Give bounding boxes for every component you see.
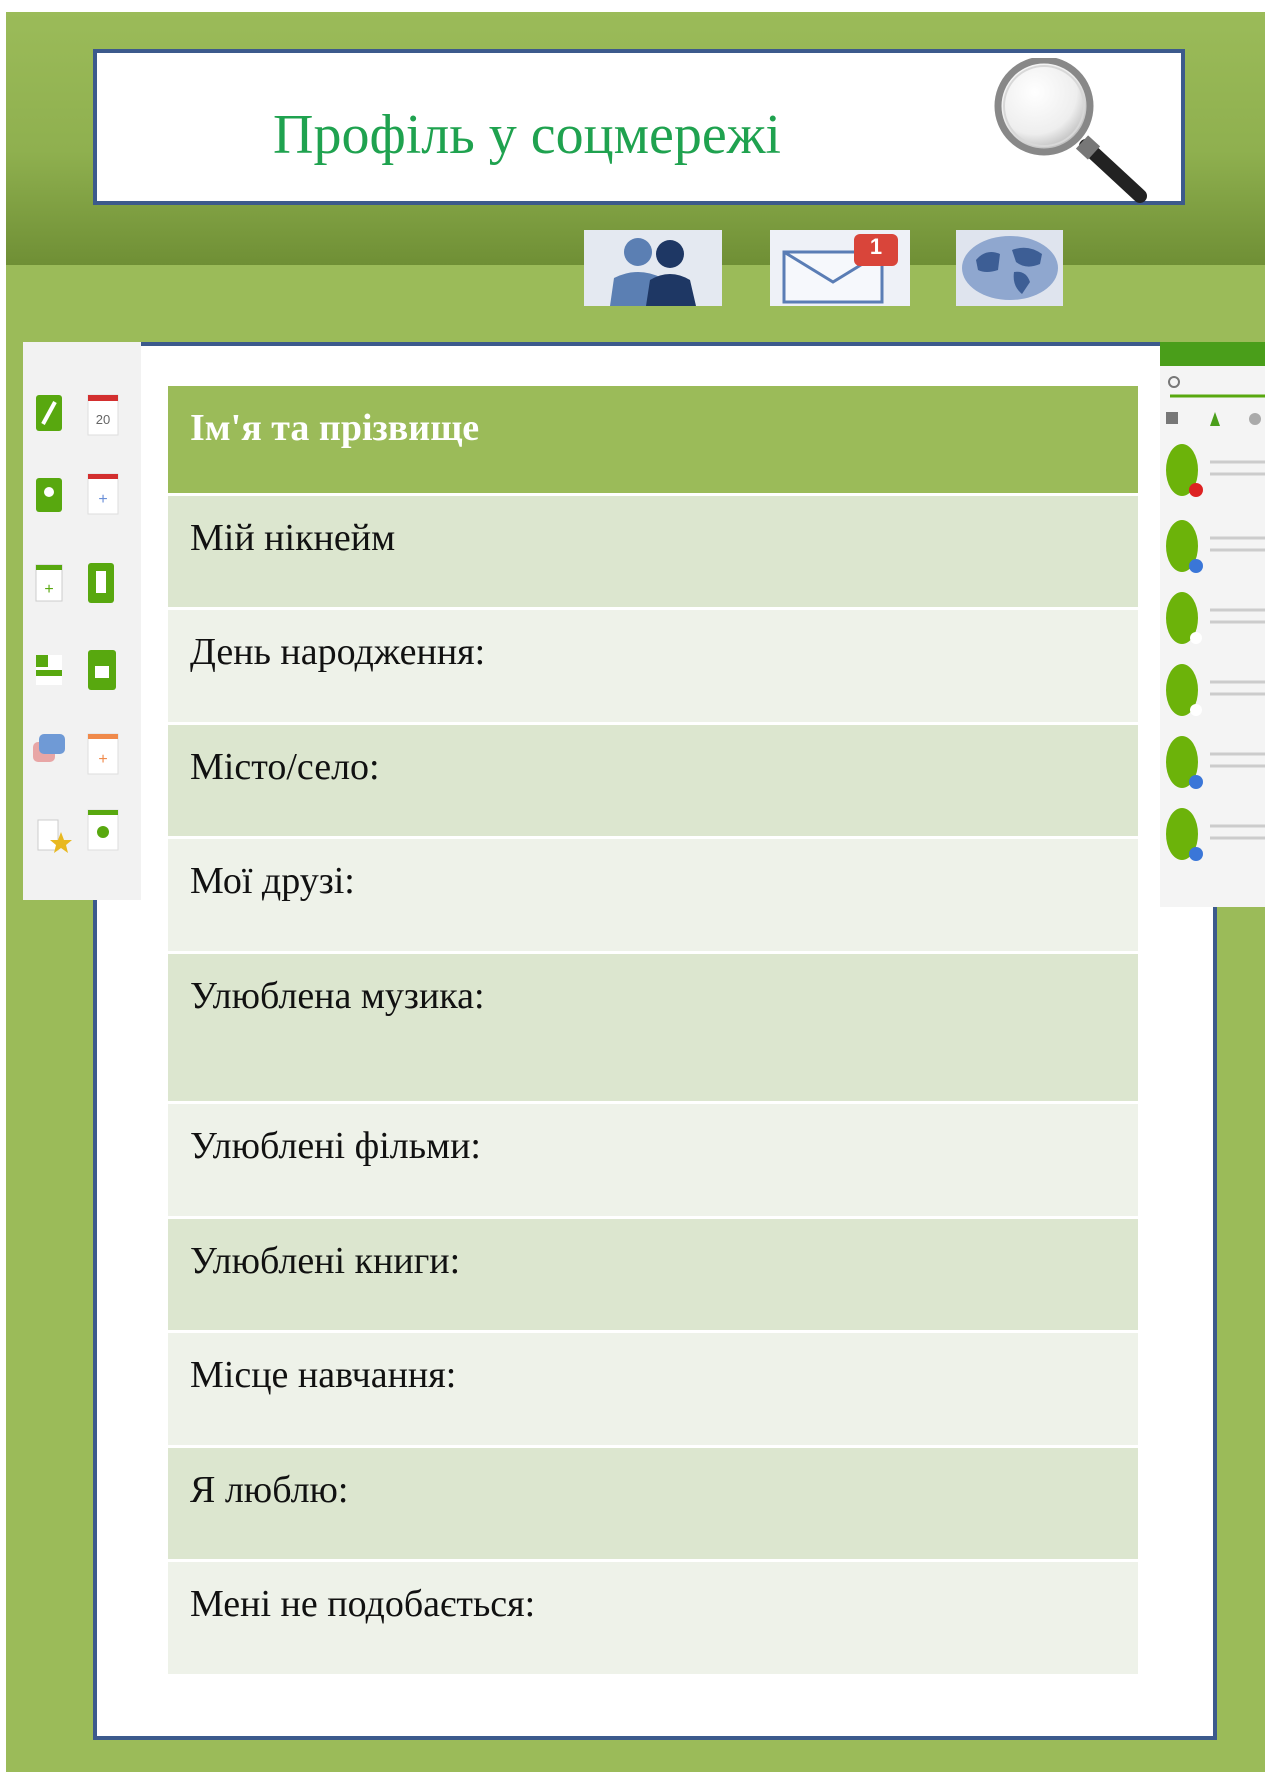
contact-item[interactable] [1166,808,1265,861]
field-nickname[interactable]: Мій нікнейм [168,496,1138,607]
svg-text:+: + [98,491,107,508]
field-label: День народження: [190,631,486,673]
favorites-icon[interactable] [37,819,72,853]
field-label: Улюблені фільми: [190,1125,481,1167]
calendar-day: 20 [96,412,110,427]
friends-icon[interactable] [584,230,722,306]
contact-item[interactable] [1166,520,1265,573]
group-calendar-icon[interactable] [87,809,119,851]
magnifying-glass-icon[interactable] [982,58,1152,206]
layout-icon[interactable] [36,655,62,685]
globe-icon[interactable] [956,230,1063,306]
field-label: Місце навчання: [190,1354,457,1396]
group-icon[interactable] [36,478,62,512]
field-label: Улюблені книги: [190,1240,461,1282]
contact-list [1166,444,1265,861]
field-label: Мої друзі: [190,860,355,902]
contact-item[interactable] [1166,736,1265,789]
bookmark-icon[interactable] [88,563,114,603]
calendar-plus-icon[interactable]: + [87,733,119,775]
chat-icon[interactable] [33,734,65,762]
contact-item[interactable] [1166,664,1265,716]
field-label: Ім'я та прізвище [190,407,480,449]
field-books[interactable]: Улюблені книги: [168,1219,1138,1330]
field-label: Місто/село: [190,746,380,788]
field-dislikes[interactable]: Мені не подобається: [168,1562,1138,1674]
field-label: Мій нікнейм [190,517,396,559]
field-label: Мені не подобається: [190,1583,536,1625]
field-likes[interactable]: Я люблю: [168,1448,1138,1559]
title-box: Профіль у соцмережі [93,49,1185,205]
svg-text:+: + [98,751,107,768]
field-school[interactable]: Місце навчання: [168,1333,1138,1445]
field-films[interactable]: Улюблені фільми: [168,1104,1138,1216]
field-label: Улюблена музика: [190,975,485,1017]
field-friends[interactable]: Мої друзі: [168,839,1138,951]
svg-text:+: + [44,581,53,598]
add-page-icon[interactable]: + [35,564,63,602]
field-full-name[interactable]: Ім'я та прізвище [168,386,1138,493]
mail-icon[interactable]: 1 [770,230,910,306]
field-label: Я люблю: [190,1469,349,1511]
contact-item[interactable] [1166,592,1265,644]
left-sidebar: 20 + + + [23,342,141,900]
like-icon[interactable] [88,650,116,690]
calendar-add-icon[interactable]: + [87,473,119,515]
field-city[interactable]: Місто/село: [168,725,1138,836]
page-background: Профіль у соцмережі 1 20 + + + Ім'я та п… [6,12,1265,1772]
contact-item[interactable] [1166,444,1265,497]
page-title: Профіль у соцмережі [273,104,781,166]
field-music[interactable]: Улюблена музика: [168,954,1138,1101]
edit-icon[interactable] [36,395,62,431]
right-contacts-sidebar [1160,342,1265,907]
profile-fields: Ім'я та прізвище Мій нікнейм День народж… [168,386,1138,1677]
message-badge-count: 1 [869,234,883,259]
field-birthday[interactable]: День народження: [168,610,1138,722]
